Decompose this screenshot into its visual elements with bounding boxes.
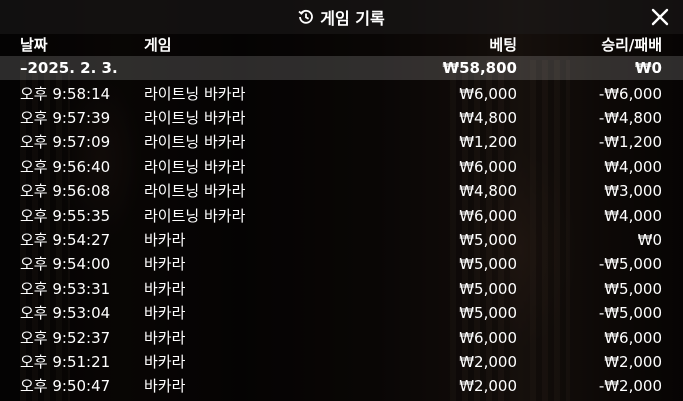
row-game: 바카라 (144, 377, 186, 396)
row-time: 오후 9:52:37 (20, 328, 111, 347)
row-time: 오후 9:57:09 (20, 133, 111, 152)
row-game: 바카라 (144, 352, 186, 371)
date-group-row[interactable]: –2025. 2. 3. ₩58,800 ₩0 (0, 56, 683, 81)
row-game: 라이트닝 바카라 (144, 157, 246, 176)
close-icon[interactable] (649, 6, 671, 28)
row-result: -₩1,200 (598, 133, 662, 152)
row-bet: ₩6,000 (459, 328, 517, 347)
row-result: -₩4,800 (598, 108, 662, 127)
row-game: 라이트닝 바카라 (144, 84, 246, 103)
history-row[interactable]: 오후 9:51:21 바카라 ₩2,000 ₩2,000 (0, 350, 683, 374)
row-bet: ₩6,000 (459, 84, 517, 103)
row-result: ₩3,000 (604, 182, 662, 201)
row-time: 오후 9:54:27 (20, 230, 111, 249)
date-group-date: –2025. 2. 3. (20, 59, 118, 77)
column-header-result: 승리/패배 (601, 36, 662, 54)
column-header-game: 게임 (144, 36, 172, 54)
page-title: 게임 기록 (320, 9, 385, 28)
history-row[interactable]: 오후 9:55:35 라이트닝 바카라 ₩6,000 ₩4,000 (0, 204, 683, 228)
row-bet: ₩5,000 (459, 255, 517, 274)
row-bet: ₩2,000 (459, 352, 517, 371)
history-row[interactable]: 오후 9:54:00 바카라 ₩5,000 -₩5,000 (0, 252, 683, 276)
close-button[interactable] (649, 6, 671, 28)
history-row[interactable]: 오후 9:53:04 바카라 ₩5,000 -₩5,000 (0, 301, 683, 325)
row-bet: ₩4,800 (459, 182, 517, 201)
row-result: ₩0 (637, 230, 662, 249)
row-game: 라이트닝 바카라 (144, 206, 246, 225)
history-row[interactable]: 오후 9:53:31 바카라 ₩5,000 ₩5,000 (0, 277, 683, 301)
history-row[interactable]: 오후 9:50:47 바카라 ₩2,000 -₩2,000 (0, 374, 683, 398)
row-result: ₩4,000 (604, 157, 662, 176)
row-game: 바카라 (144, 328, 186, 347)
row-time: 오후 9:55:35 (20, 206, 111, 225)
row-result: ₩6,000 (604, 328, 662, 347)
column-header-bet: 베팅 (489, 36, 517, 54)
row-time: 오후 9:53:04 (20, 304, 111, 323)
row-time: 오후 9:58:14 (20, 84, 111, 103)
row-result: -₩6,000 (598, 84, 662, 103)
row-game: 라이트닝 바카라 (144, 133, 246, 152)
row-result: -₩2,000 (598, 377, 662, 396)
row-result: ₩4,000 (604, 206, 662, 225)
row-bet: ₩5,000 (459, 279, 517, 298)
history-row[interactable]: 오후 9:56:08 라이트닝 바카라 ₩4,800 ₩3,000 (0, 179, 683, 203)
row-result: -₩5,000 (598, 304, 662, 323)
row-bet: ₩1,200 (459, 133, 517, 152)
row-bet: ₩4,800 (459, 108, 517, 127)
history-row[interactable]: 오후 9:58:14 라이트닝 바카라 ₩6,000 -₩6,000 (0, 82, 683, 106)
row-result: -₩5,000 (598, 255, 662, 274)
row-game: 바카라 (144, 230, 186, 249)
row-time: 오후 9:56:40 (20, 157, 111, 176)
history-row[interactable]: 오후 9:57:09 라이트닝 바카라 ₩1,200 -₩1,200 (0, 130, 683, 154)
column-headers: 날짜 게임 베팅 승리/패배 (0, 34, 683, 56)
row-bet: ₩6,000 (459, 206, 517, 225)
column-header-date: 날짜 (20, 36, 48, 54)
title-wrap: 게임 기록 (298, 5, 385, 29)
row-game: 라이트닝 바카라 (144, 108, 246, 127)
row-time: 오후 9:57:39 (20, 108, 111, 127)
history-row[interactable]: 오후 9:57:39 라이트닝 바카라 ₩4,800 -₩4,800 (0, 106, 683, 130)
row-bet: ₩5,000 (459, 304, 517, 323)
date-group-total-result: ₩0 (635, 59, 662, 77)
date-group-total-bet: ₩58,800 (442, 59, 517, 77)
history-row[interactable]: 오후 9:54:27 바카라 ₩5,000 ₩0 (0, 228, 683, 252)
row-time: 오후 9:51:21 (20, 352, 111, 371)
row-game: 라이트닝 바카라 (144, 182, 246, 201)
row-bet: ₩5,000 (459, 230, 517, 249)
row-time: 오후 9:54:00 (20, 255, 111, 274)
game-history-header: 게임 기록 (0, 0, 683, 34)
row-time: 오후 9:56:08 (20, 182, 111, 201)
row-game: 바카라 (144, 255, 186, 274)
row-bet: ₩2,000 (459, 377, 517, 396)
row-time: 오후 9:50:47 (20, 377, 111, 396)
row-bet: ₩6,000 (459, 157, 517, 176)
history-icon (298, 9, 314, 25)
history-row[interactable]: 오후 9:52:37 바카라 ₩6,000 ₩6,000 (0, 326, 683, 350)
row-game: 바카라 (144, 304, 186, 323)
row-result: ₩2,000 (604, 352, 662, 371)
row-result: ₩5,000 (604, 279, 662, 298)
history-row[interactable]: 오후 9:56:40 라이트닝 바카라 ₩6,000 ₩4,000 (0, 155, 683, 179)
row-time: 오후 9:53:31 (20, 279, 111, 298)
row-game: 바카라 (144, 279, 186, 298)
